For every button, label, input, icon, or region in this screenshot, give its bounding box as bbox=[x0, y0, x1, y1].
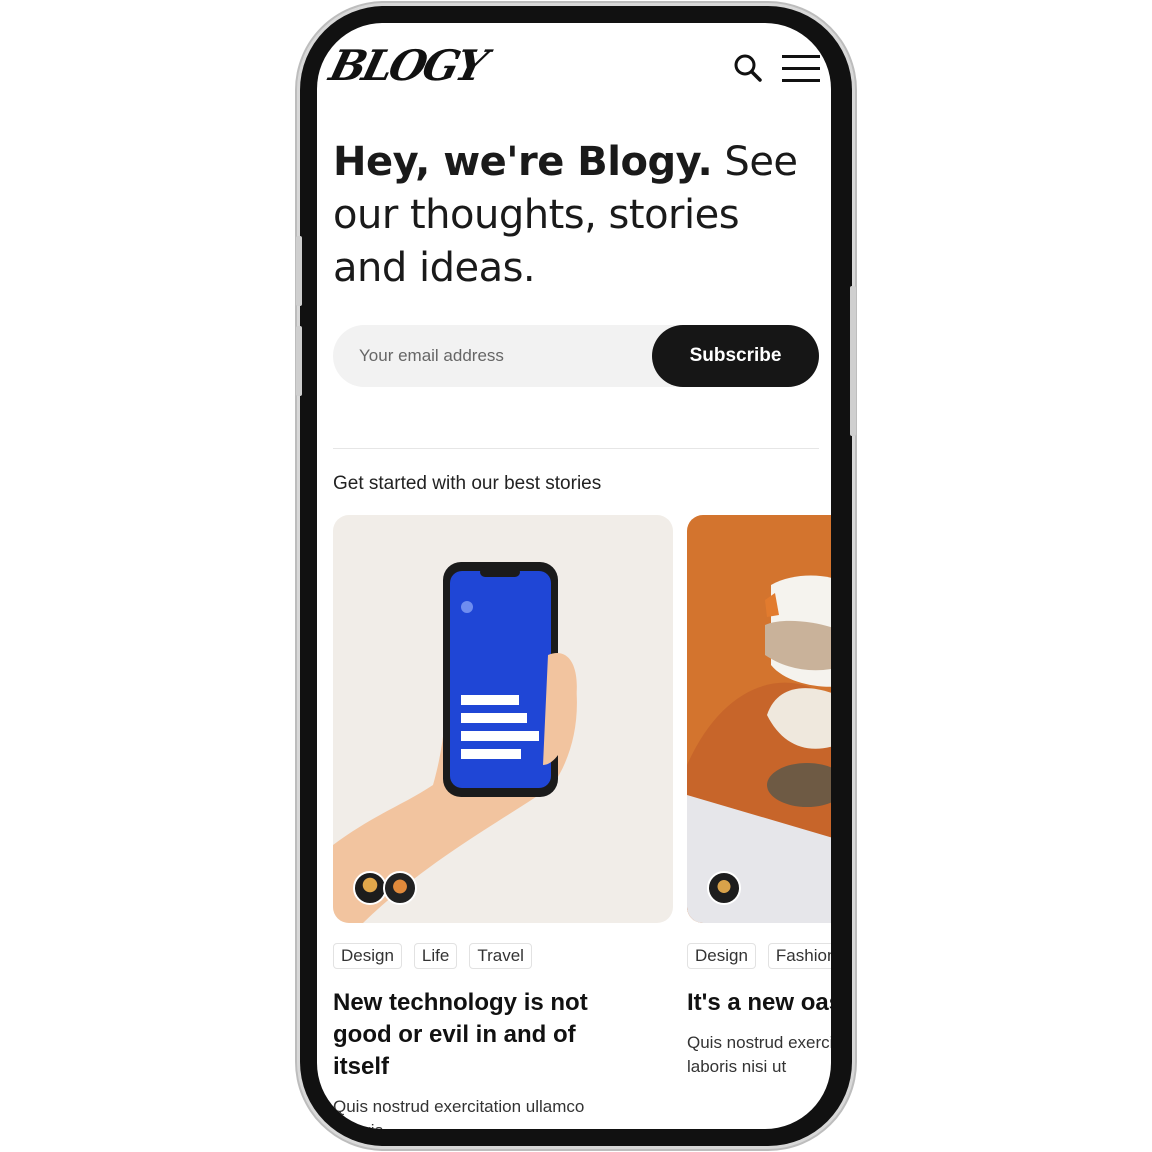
tag[interactable]: Travel bbox=[469, 943, 532, 969]
tag[interactable]: Design bbox=[687, 943, 756, 969]
story-card-image[interactable] bbox=[333, 515, 673, 923]
divider bbox=[333, 448, 819, 449]
story-card-image[interactable] bbox=[687, 515, 831, 923]
tag[interactable]: Fashion bbox=[767, 943, 831, 969]
tag-list: Design Fashion bbox=[687, 943, 831, 969]
subscribe-button[interactable]: Subscribe bbox=[652, 325, 819, 387]
volume-up-button bbox=[296, 236, 302, 306]
story-excerpt: Quis nostrud exercitation ullamco labori… bbox=[687, 1033, 831, 1076]
avatar[interactable] bbox=[353, 871, 387, 905]
hamburger-menu-icon[interactable] bbox=[782, 53, 820, 83]
tag-list: Design Life Travel bbox=[333, 943, 673, 969]
tag[interactable]: Life bbox=[413, 943, 458, 969]
sneaker-illustration bbox=[687, 515, 831, 923]
story-card[interactable]: Design Fashion It's a new oasis there ar… bbox=[687, 515, 831, 1079]
story-excerpt: Quis nostrud exercitation ullamco labori… bbox=[333, 1097, 585, 1129]
story-card[interactable]: Design Life Travel New technology is not… bbox=[333, 515, 673, 1129]
avatar[interactable] bbox=[383, 871, 417, 905]
phone-frame: BLOGY Hey, we're Blogy. See our thoughts… bbox=[296, 6, 856, 1146]
section-label: Get started with our best stories bbox=[333, 473, 602, 494]
hand-phone-illustration bbox=[333, 515, 673, 923]
volume-down-button bbox=[296, 326, 302, 396]
hero-heading-bold: Hey, we're Blogy. bbox=[333, 139, 713, 185]
author-avatars bbox=[353, 871, 417, 905]
hero-heading: Hey, we're Blogy. See our thoughts, stor… bbox=[333, 136, 813, 295]
story-title[interactable]: It's a new oasis there are no bbox=[687, 987, 831, 1019]
tag[interactable]: Design bbox=[333, 943, 402, 969]
phone-screen: BLOGY Hey, we're Blogy. See our thoughts… bbox=[317, 23, 831, 1129]
author-avatars bbox=[707, 871, 741, 905]
search-icon[interactable] bbox=[733, 53, 763, 83]
story-title[interactable]: New technology is not good or evil in an… bbox=[333, 987, 633, 1083]
power-button bbox=[850, 286, 856, 436]
blogy-logo[interactable]: BLOGY bbox=[325, 41, 490, 90]
subscribe-form: Subscribe bbox=[333, 325, 819, 387]
avatar[interactable] bbox=[707, 871, 741, 905]
